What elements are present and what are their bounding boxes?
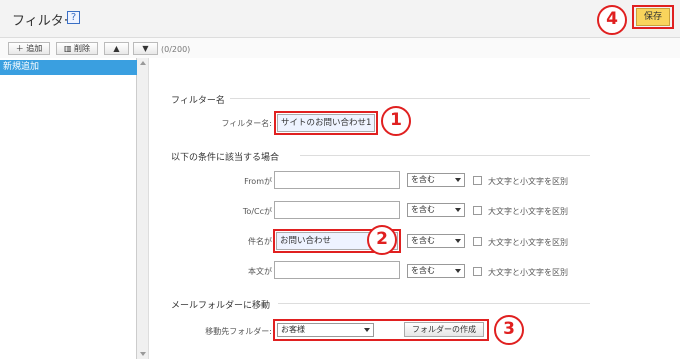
from-input[interactable]	[274, 171, 400, 189]
header-bar	[0, 0, 680, 38]
divider	[230, 98, 590, 99]
annotation-3: 3	[494, 315, 524, 345]
highlight-box-save	[632, 5, 674, 29]
tocc-case-checkbox[interactable]	[473, 206, 482, 215]
from-label: Fromが	[244, 177, 272, 186]
move-down-button[interactable]: ▼	[133, 42, 158, 55]
from-operator-select[interactable]: を含む	[407, 173, 465, 187]
subject-operator: を含む	[411, 236, 435, 245]
scroll-down-icon[interactable]	[140, 352, 146, 356]
from-case-label: 大文字と小文字を区別	[488, 177, 568, 186]
tocc-case-label: 大文字と小文字を区別	[488, 207, 568, 216]
annotation-1: 1	[381, 106, 411, 136]
filter-count: (0/200)	[161, 45, 191, 54]
section-heading-name: フィルター名	[171, 96, 225, 106]
subject-case-label: 大文字と小文字を区別	[488, 238, 568, 247]
list-item[interactable]: 新規追加	[0, 60, 137, 75]
chevron-down-icon	[455, 269, 461, 273]
trash-icon: ▥	[63, 44, 72, 53]
move-up-button[interactable]: ▲	[104, 42, 129, 55]
scroll-up-icon[interactable]	[140, 61, 146, 65]
highlight-box-folder	[273, 319, 489, 341]
tocc-operator-select[interactable]: を含む	[407, 203, 465, 217]
add-label: 追加	[26, 44, 43, 53]
help-icon[interactable]: ?	[67, 11, 80, 24]
annotation-2: 2	[367, 225, 397, 255]
delete-label: 削除	[74, 44, 91, 53]
annotation-4: 4	[597, 5, 627, 35]
body-case-label: 大文字と小文字を区別	[488, 268, 568, 277]
move-folder-label: 移動先フォルダー:	[205, 327, 272, 336]
tocc-label: To/Ccが	[242, 207, 272, 216]
chevron-down-icon	[455, 239, 461, 243]
body-operator-select[interactable]: を含む	[407, 264, 465, 278]
filter-list: 新規追加	[0, 58, 137, 359]
subject-label: 件名が	[248, 237, 272, 246]
section-heading-conditions: 以下の条件に該当する場合	[171, 153, 280, 163]
body-case-checkbox[interactable]	[473, 267, 482, 276]
subject-operator-select[interactable]: を含む	[407, 234, 465, 248]
filter-name-label: フィルター名:	[221, 119, 272, 128]
tocc-operator: を含む	[411, 205, 435, 214]
from-operator: を含む	[411, 175, 435, 184]
scrollbar[interactable]	[137, 58, 149, 359]
tocc-input[interactable]	[274, 201, 400, 219]
toolbar	[0, 38, 680, 58]
chevron-down-icon	[455, 208, 461, 212]
section-heading-move: メールフォルダーに移動	[171, 301, 271, 311]
highlight-box-name	[274, 111, 378, 135]
divider	[300, 155, 590, 156]
divider	[278, 303, 590, 304]
add-button[interactable]: ＋ 追加	[8, 42, 50, 55]
body-label: 本文が	[248, 267, 272, 276]
delete-button[interactable]: ▥ 削除	[56, 42, 98, 55]
plus-icon: ＋	[15, 44, 24, 53]
subject-case-checkbox[interactable]	[473, 237, 482, 246]
body-operator: を含む	[411, 266, 435, 275]
arrow-up-icon: ▲	[113, 44, 120, 53]
chevron-down-icon	[455, 178, 461, 182]
from-case-checkbox[interactable]	[473, 176, 482, 185]
body-input[interactable]	[274, 261, 400, 279]
arrow-down-icon: ▼	[142, 44, 149, 53]
